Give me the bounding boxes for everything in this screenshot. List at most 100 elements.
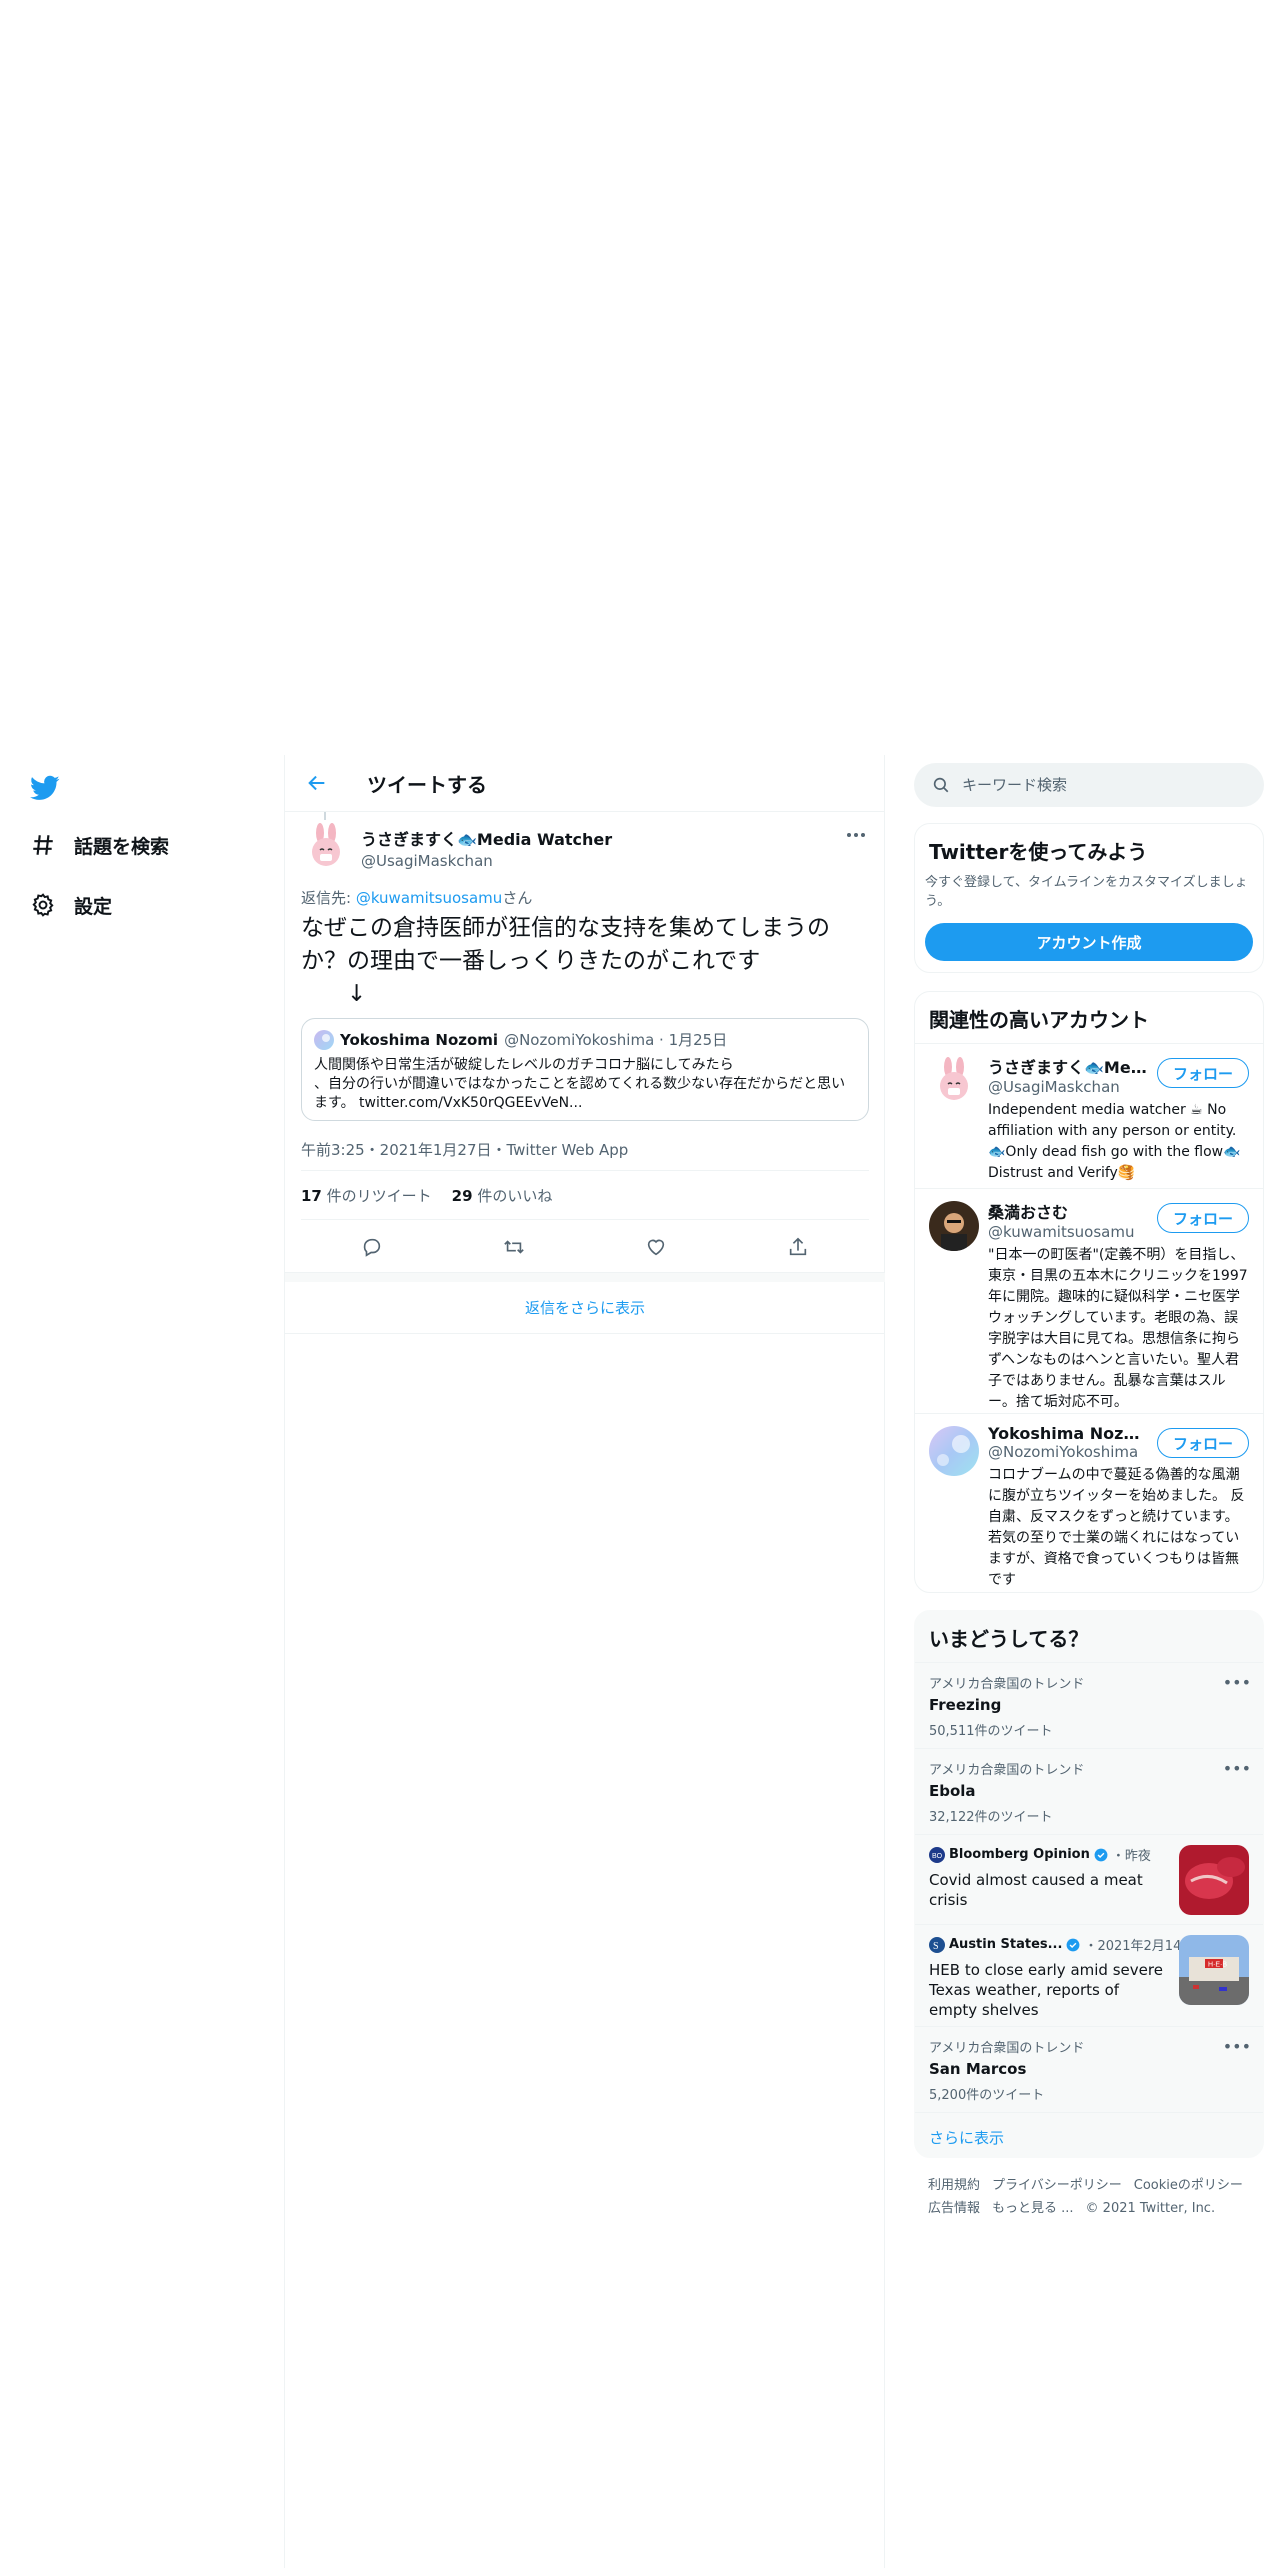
- trend-count: 5,200件のツイート: [929, 2088, 1045, 2103]
- tweet-stats: 17 件のリツイート 29 件のいいね: [301, 1170, 869, 1220]
- nav-explore[interactable]: 話題を検索: [28, 825, 169, 865]
- follow-button[interactable]: フォロー: [1157, 1428, 1249, 1458]
- signup-description: 今すぐ登録して、タイムラインをカスタマイズしましょう。: [925, 875, 1248, 909]
- account-item[interactable]: うさぎますく🐟Medi... @UsagiMaskchan Independen…: [915, 1043, 1263, 1188]
- quote-tweet[interactable]: Yokoshima Nozomi @NozomiYokoshima · 1月25…: [301, 1018, 869, 1121]
- news-source-name: Bloomberg Opinion: [949, 1847, 1090, 1862]
- quote-author-name: Yokoshima Nozomi: [340, 1030, 499, 1049]
- account-bio: Independent media watcher ☕ No affiliati…: [988, 1102, 1241, 1181]
- footer-link-ads[interactable]: 広告情報: [928, 2201, 980, 2216]
- trend-item[interactable]: アメリカ合衆国のトレンド Freezing 50,511件のツイート •••: [915, 1662, 1263, 1748]
- reply-to-link[interactable]: @kuwamitsuosamu: [356, 889, 502, 907]
- account-name: うさぎますく🐟Medi...: [988, 1058, 1148, 1077]
- heart-icon: [647, 1239, 665, 1256]
- tweet-timestamp[interactable]: 午前3:25・2021年1月27日・Twitter Web App: [301, 1139, 628, 1160]
- reply-icon: [363, 1238, 381, 1257]
- quote-text: 人間関係や日常生活が破綻したレベルのガチコロナ脳にしてみたら 、自分の行いが間違…: [314, 1057, 846, 1111]
- news-source-name: Austin States...: [949, 1937, 1063, 1952]
- reply-context: 返信先: @kuwamitsuosamuさん: [301, 887, 532, 908]
- news-time: ・昨夜: [1111, 1849, 1151, 1864]
- reply-suffix: さん: [502, 889, 533, 907]
- statesman-logo-icon: S: [929, 1936, 945, 1953]
- footer: 利用規約 プライバシーポリシー Cookieのポリシー 広告情報 もっと見る ... ©…: [928, 2174, 1258, 2220]
- more-dots-icon[interactable]: •••: [1223, 1673, 1251, 1692]
- retweets-stat[interactable]: 17 件のリツイート: [301, 1185, 432, 1206]
- quote-header: Yokoshima Nozomi @NozomiYokoshima · 1月25…: [314, 1029, 856, 1050]
- trend-item[interactable]: アメリカ合衆国のトレンド Ebola 32,122件のツイート •••: [915, 1748, 1263, 1834]
- more-dots-icon: [847, 833, 865, 837]
- author-name: うさぎますく🐟Media Watcher: [361, 830, 613, 849]
- verified-badge-icon: [1067, 1938, 1080, 1951]
- related-title: 関連性の高いアカウント: [929, 1008, 1149, 1032]
- follow-button[interactable]: フォロー: [1157, 1203, 1249, 1233]
- trend-count: 32,122件のツイート: [929, 1810, 1053, 1825]
- news-thumbnail: H·E·B: [1179, 1935, 1249, 2005]
- nav-settings[interactable]: 設定: [28, 885, 112, 925]
- search-input[interactable]: [962, 776, 1242, 794]
- account-item[interactable]: 桑満おさむ @kuwamitsuosamu "日本一の町医者"(定義不明）を目指…: [915, 1188, 1263, 1413]
- tweet-text: なぜこの倉持医師が狂信的な支持を集めてしまうのか？の理由で一番しっくりきたのがこ…: [301, 915, 830, 1007]
- likes-label: 件のいいね: [477, 1186, 553, 1205]
- twitter-logo-icon[interactable]: [28, 773, 62, 803]
- signup-card: Twitterを使ってみよう 今すぐ登録して、タイムラインをカスタマイズしましょ…: [914, 823, 1264, 973]
- account-avatar: [929, 1201, 979, 1251]
- account-name: Yokoshima Nozomi: [988, 1424, 1148, 1443]
- svg-text:H·E·B: H·E·B: [1208, 1962, 1227, 1969]
- related-accounts-card: 関連性の高いアカウント うさぎますく🐟Medi... @UsagiMaskcha…: [914, 991, 1264, 1593]
- back-button[interactable]: [299, 765, 335, 801]
- footer-link-terms[interactable]: 利用規約: [928, 2178, 980, 2193]
- main-column: ツイートする うさぎますく🐟Media Watcher @UsagiMaskch…: [284, 755, 885, 2568]
- account-item[interactable]: Yokoshima Nozomi @NozomiYokoshima コロナブーム…: [915, 1413, 1263, 1592]
- trends-show-more-link[interactable]: さらに表示: [915, 2112, 1263, 2157]
- footer-copyright: © 2021 Twitter, Inc.: [1085, 2201, 1216, 2216]
- gear-icon: [28, 890, 58, 920]
- verified-badge-icon: [1094, 1848, 1108, 1861]
- trend-context: アメリカ合衆国のトレンド: [929, 2041, 1085, 2056]
- footer-link-more[interactable]: もっと見る ...: [992, 2201, 1074, 2216]
- search-bar[interactable]: [914, 763, 1264, 807]
- news-title: HEB to close early amid severe Texas wea…: [929, 1961, 1163, 2019]
- retweets-label: 件のリツイート: [326, 1186, 432, 1205]
- author-avatar[interactable]: [301, 822, 351, 872]
- follow-button[interactable]: フォロー: [1157, 1058, 1249, 1088]
- share-button[interactable]: [778, 1227, 818, 1267]
- section-divider: [285, 1272, 885, 1282]
- show-more-replies-link[interactable]: 返信をさらに表示: [285, 1282, 885, 1334]
- news-time: ・2021年2月14日: [1084, 1939, 1195, 1954]
- svg-text:S: S: [933, 1941, 939, 1952]
- account-avatar: [929, 1426, 979, 1476]
- more-dots-icon[interactable]: •••: [1223, 2037, 1251, 2056]
- trend-context: アメリカ合衆国のトレンド: [929, 1763, 1085, 1778]
- account-bio: コロナブームの中で蔓延る偽善的な風潮に腹が立ちツイッターを始めました。 反自粛、…: [988, 1467, 1245, 1588]
- page-header: ツイートする: [285, 755, 885, 812]
- more-options-button[interactable]: [843, 822, 869, 848]
- likes-stat[interactable]: 29 件のいいね: [452, 1185, 553, 1206]
- likes-count: 29: [451, 1186, 473, 1205]
- author-info[interactable]: うさぎますく🐟Media Watcher @UsagiMaskchan: [361, 826, 612, 870]
- retweet-icon: [504, 1240, 524, 1254]
- trend-item[interactable]: アメリカ合衆国のトレンド San Marcos 5,200件のツイート •••: [915, 2026, 1263, 2112]
- share-icon: [789, 1237, 807, 1256]
- nav-settings-label: 設定: [74, 895, 113, 918]
- trend-context: アメリカ合衆国のトレンド: [929, 1677, 1085, 1692]
- reply-prefix: 返信先:: [301, 889, 356, 907]
- create-account-button[interactable]: アカウント作成: [925, 923, 1253, 961]
- news-item[interactable]: S Austin States... ・2021年2月14日 HEB to cl…: [915, 1924, 1263, 2026]
- account-name: 桑満おさむ: [988, 1203, 1069, 1222]
- footer-link-cookies[interactable]: Cookieのポリシー: [1134, 2178, 1243, 2193]
- footer-link-privacy[interactable]: プライバシーポリシー: [992, 2178, 1122, 2193]
- hashtag-icon: [28, 830, 58, 860]
- retweets-count: 17: [301, 1186, 322, 1205]
- svg-text:BO: BO: [932, 1853, 943, 1860]
- news-thumbnail: [1179, 1845, 1249, 1915]
- more-dots-icon[interactable]: •••: [1223, 1759, 1251, 1778]
- like-button[interactable]: [636, 1227, 676, 1267]
- news-item[interactable]: BO Bloomberg Opinion ・昨夜 Covid almost ca…: [915, 1834, 1263, 1924]
- trend-name: Freezing: [929, 1696, 1002, 1714]
- retweet-button[interactable]: [494, 1227, 534, 1267]
- author-handle: @UsagiMaskchan: [361, 852, 493, 870]
- trends-title: いまどうしてる？: [929, 1627, 1089, 1651]
- page-title: ツイートする: [367, 772, 487, 797]
- reply-button[interactable]: [352, 1227, 392, 1267]
- trend-name: Ebola: [929, 1782, 976, 1800]
